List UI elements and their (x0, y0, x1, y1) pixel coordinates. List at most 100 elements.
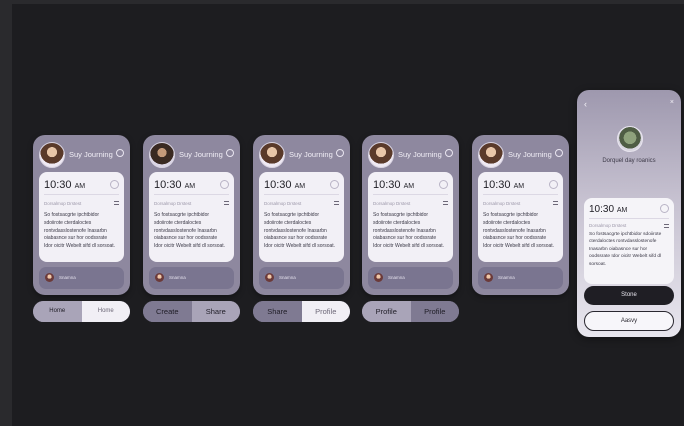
detail-card: ‹ × Dorquel day roanics 10:30 AM Dorsalm… (577, 90, 681, 337)
user-avatar (478, 142, 504, 168)
divider (264, 194, 339, 195)
mini-avatar (374, 273, 383, 282)
back-icon[interactable]: ‹ (584, 99, 587, 109)
mini-avatar (484, 273, 493, 282)
card-footer[interactable]: Snamna (478, 267, 563, 289)
footer-label: Snamna (388, 275, 405, 280)
seg-home-2[interactable]: Home (81, 301, 130, 322)
user-name: Suy Journing (69, 150, 113, 159)
footer-label: Snamna (498, 275, 515, 280)
entry-body: So fostsacgrte ipchtbidor sdoiirote cter… (483, 212, 555, 250)
entry-panel: 10:30 AM Dorsalmop Drstest So fostsacgrt… (478, 172, 563, 262)
options-circle-icon[interactable] (110, 180, 119, 189)
detail-entry-panel: 10:30 AM Dorsalmop Drstest So fostsacgrt… (584, 198, 674, 284)
entry-panel: 10:30 AM Dorsalmop Drstest So fostsacgrt… (39, 172, 124, 262)
seg-home[interactable]: Home (33, 301, 82, 322)
footer-label: Snamna (169, 275, 186, 280)
entry-time: 10:30 AM (264, 179, 306, 191)
user-avatar (39, 142, 65, 168)
entry-body: So fostsacgrte ipchtbidor sdoiirote cter… (373, 212, 445, 250)
entry-body: So fostsacgrte ipchtbidor sdoiirote cter… (44, 212, 116, 250)
entry-panel: 10:30 AM Dorsalmop Drstest So fostsacgrt… (259, 172, 344, 262)
user-name: Suy Journing (289, 150, 333, 159)
options-circle-icon[interactable] (330, 180, 339, 189)
menu-icon[interactable] (334, 201, 339, 205)
entry-body: So fostsacgrte ipchtbidor sdoiirote cter… (154, 212, 226, 250)
menu-icon[interactable] (224, 201, 229, 205)
card-header: Suy Journing (478, 142, 563, 168)
divider (44, 194, 119, 195)
card-header: Suy Journing (368, 142, 453, 168)
entry-subhead: Dorsalmop Drstest (264, 201, 302, 206)
seg-profile[interactable]: Profile (301, 301, 350, 322)
seg-profile[interactable]: Profile (362, 301, 411, 322)
entry-subhead: Dorsalmop Drstest (483, 201, 521, 206)
card-footer[interactable]: Snamna (368, 267, 453, 289)
options-circle-icon[interactable] (660, 204, 669, 213)
user-avatar (259, 142, 285, 168)
close-icon[interactable]: × (670, 99, 674, 106)
segmented-toggle-1: Home Home (33, 301, 130, 322)
entry-time: 10:30 AM (373, 179, 415, 191)
entry-subhead: Dorsalmop Drstest (589, 223, 627, 228)
menu-icon[interactable] (664, 224, 669, 228)
seg-share[interactable]: Share (253, 301, 302, 322)
entry-time: 10:30 AM (44, 179, 86, 191)
detail-title: Dorquel day roanics (602, 158, 656, 164)
seg-profile-2[interactable]: Profile (410, 301, 459, 322)
detail-avatar (617, 126, 643, 152)
journal-card-3[interactable]: Suy Journing 10:30 AM Dorsalmop Drstest … (253, 135, 350, 295)
mini-avatar (45, 273, 54, 282)
journal-card-5[interactable]: Suy Journing 10:30 AM Dorsalmop Drstest … (472, 135, 569, 295)
left-frame-edge (0, 0, 12, 426)
options-circle-icon[interactable] (220, 180, 229, 189)
card-footer[interactable]: Snamna (39, 267, 124, 289)
card-header: Suy Journing (39, 142, 124, 168)
menu-icon[interactable] (553, 201, 558, 205)
more-circle-icon[interactable] (336, 149, 344, 157)
user-name: Suy Journing (179, 150, 223, 159)
entry-subhead: Dorsalmop Drstest (154, 201, 192, 206)
menu-icon[interactable] (114, 201, 119, 205)
options-circle-icon[interactable] (439, 180, 448, 189)
more-circle-icon[interactable] (445, 149, 453, 157)
entry-body: So fostsacgrte ipchtbidor sdoiirote cter… (264, 212, 336, 250)
card-header: Suy Journing (259, 142, 344, 168)
user-name: Suy Journing (508, 150, 552, 159)
journal-card-1[interactable]: Suy Journing 10:30 AM Dorsalmop Drstest … (33, 135, 130, 295)
user-avatar (149, 142, 175, 168)
entry-subhead: Dorsalmop Drstest (44, 201, 82, 206)
divider (589, 218, 669, 219)
entry-subhead: Dorsalmop Drstest (373, 201, 411, 206)
entry-panel: 10:30 AM Dorsalmop Drstest So fostsacgrt… (368, 172, 453, 262)
menu-icon[interactable] (443, 201, 448, 205)
entry-time: 10:30 AM (154, 179, 196, 191)
seg-share[interactable]: Share (191, 301, 240, 322)
primary-button[interactable]: Stone (584, 286, 674, 305)
more-circle-icon[interactable] (226, 149, 234, 157)
seg-create[interactable]: Create (143, 301, 192, 322)
journal-card-4[interactable]: Suy Journing 10:30 AM Dorsalmop Drstest … (362, 135, 459, 295)
more-circle-icon[interactable] (116, 149, 124, 157)
entry-time: 10:30 AM (483, 179, 525, 191)
card-footer[interactable]: Snamna (149, 267, 234, 289)
entry-body: So fostsacgrte ipchtbidor sdoiirote cter… (589, 232, 662, 267)
divider (483, 194, 558, 195)
card-footer[interactable]: Snamna (259, 267, 344, 289)
mini-avatar (265, 273, 274, 282)
segmented-toggle-2: Create Share (143, 301, 240, 322)
secondary-button[interactable]: Aasvy (584, 311, 674, 331)
user-name: Suy Journing (398, 150, 442, 159)
footer-label: Snamna (279, 275, 296, 280)
user-avatar (368, 142, 394, 168)
footer-label: Snamna (59, 275, 76, 280)
mini-avatar (155, 273, 164, 282)
card-header: Suy Journing (149, 142, 234, 168)
more-circle-icon[interactable] (555, 149, 563, 157)
options-circle-icon[interactable] (549, 180, 558, 189)
entry-time: 10:30 AM (589, 204, 628, 215)
segmented-toggle-3: Share Profile (253, 301, 350, 322)
divider (154, 194, 229, 195)
divider (373, 194, 448, 195)
journal-card-2[interactable]: Suy Journing 10:30 AM Dorsalmop Drstest … (143, 135, 240, 295)
